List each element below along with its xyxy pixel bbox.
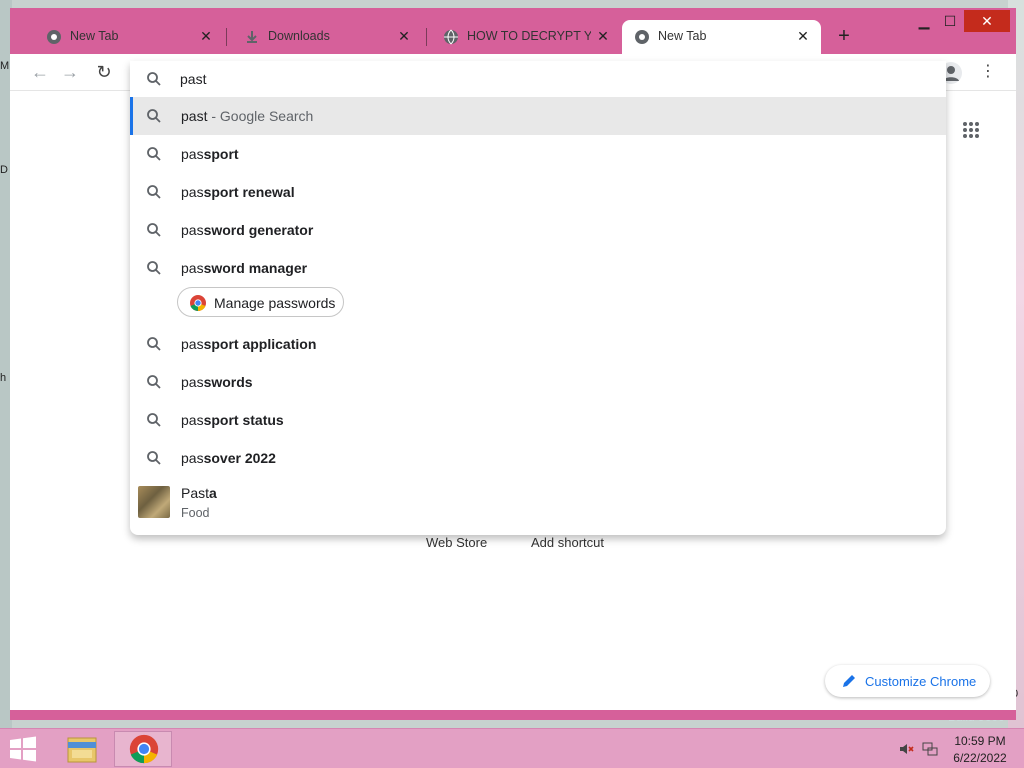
suggestion-completion: sport status [203, 412, 284, 428]
tab-strip: New Tab ✕ Downloads ✕ HOW TO DECRYPT YOU… [10, 8, 1016, 54]
suggestion-completion: sport [203, 146, 239, 162]
entity-title-typed: Past [181, 485, 210, 501]
suggestion-item[interactable]: password generator [130, 211, 946, 249]
windows-start-icon[interactable] [8, 736, 38, 762]
suggestion-typed: pas [181, 450, 204, 466]
tab-downloads[interactable]: Downloads ✕ [216, 20, 422, 54]
desktop-glyph: h [0, 372, 7, 384]
manage-passwords-label: Manage passwords [214, 295, 336, 311]
pasta-thumbnail [138, 486, 170, 518]
tab-how-to-decrypt[interactable]: HOW TO DECRYPT YOUR ✕ [415, 20, 621, 54]
clock-date[interactable]: 6/22/2022 [950, 751, 1010, 765]
maximize-button[interactable]: ☐ [934, 10, 966, 32]
search-icon [147, 72, 161, 86]
suggestion-completion: sover 2022 [203, 450, 276, 466]
suggestion-item[interactable]: passport [130, 135, 946, 173]
suggestion-typed: pas [181, 374, 204, 390]
tab-new-tab-1[interactable]: New Tab ✕ [18, 20, 224, 54]
suggestion-item[interactable]: password manager [130, 249, 946, 287]
apps-grid-icon[interactable] [962, 121, 980, 139]
close-tab-icon[interactable]: ✕ [198, 28, 214, 44]
chrome-logo-icon [129, 734, 159, 764]
network-icon[interactable] [922, 741, 938, 757]
suggestion-typed: pas [181, 336, 204, 352]
suggestion-typed: pas [181, 146, 204, 162]
window-close-button[interactable]: ✕ [964, 10, 1010, 32]
menu-kebab-icon[interactable]: ⋮ [980, 62, 996, 82]
suggestion-item[interactable]: passport renewal [130, 173, 946, 211]
chrome-logo-icon [635, 30, 649, 44]
suggestion-item[interactable]: passport application [130, 325, 946, 363]
close-tab-icon[interactable]: ✕ [795, 28, 811, 44]
entity-title: Pasta [181, 485, 217, 501]
entity-title-completion: a [209, 485, 217, 501]
clock-time[interactable]: 10:59 PM [950, 734, 1010, 748]
search-icon [147, 185, 161, 199]
suggestion-completion: sword manager [203, 260, 308, 276]
forward-arrow-icon[interactable]: → [60, 62, 80, 82]
chrome-logo-icon [47, 30, 61, 44]
shortcut-add-shortcut[interactable]: Add shortcut [531, 535, 604, 550]
omnibox-input-row [130, 61, 946, 97]
suggestion-completion: sport renewal [203, 184, 295, 200]
omnibox-dropdown: past - Google Search passport passport r… [130, 61, 946, 535]
suggestion-suffix: - Google Search [207, 108, 314, 124]
desktop-glyph: M [0, 60, 10, 72]
suggestion-completion: swords [203, 374, 253, 390]
tab-title: New Tab [658, 29, 707, 43]
address-bar-input[interactable] [180, 69, 880, 89]
customize-chrome-button[interactable]: Customize Chrome [825, 665, 990, 697]
chrome-logo-icon [190, 295, 206, 312]
suggestion-item[interactable]: passport status [130, 401, 946, 439]
search-icon [147, 223, 161, 237]
shortcut-web-store[interactable]: Web Store [426, 535, 487, 550]
search-icon [147, 109, 161, 123]
entity-subtitle: Food [181, 506, 210, 520]
pencil-icon [843, 675, 855, 687]
chrome-taskbar-button[interactable] [114, 731, 172, 767]
search-icon [147, 451, 161, 465]
volume-muted-icon[interactable] [898, 741, 914, 757]
tab-title: HOW TO DECRYPT YOUR [467, 29, 591, 43]
back-arrow-icon[interactable]: ← [30, 62, 50, 82]
search-icon [147, 261, 161, 275]
search-icon [147, 147, 161, 161]
tab-title: New Tab [70, 29, 119, 43]
suggestion-typed: pas [181, 412, 204, 428]
suggestion-typed: pas [181, 184, 204, 200]
close-tab-icon[interactable]: ✕ [396, 28, 412, 44]
close-tab-icon[interactable]: ✕ [595, 28, 611, 44]
tab-title: Downloads [268, 29, 330, 43]
search-icon [147, 337, 161, 351]
suggestion-typed: pas [181, 260, 204, 276]
suggestion-google-search[interactable]: past - Google Search [130, 97, 946, 135]
taskbar: 10:59 PM 6/22/2022 [0, 728, 1024, 768]
suggestion-typed: pas [181, 222, 204, 238]
desktop-glyph: D [0, 164, 8, 176]
reload-icon[interactable]: ↻ [94, 62, 114, 82]
download-icon [247, 31, 257, 43]
manage-passwords-chip[interactable]: Manage passwords [177, 287, 344, 317]
entity-suggestion-pasta[interactable]: Pasta Food [130, 477, 946, 527]
suggestion-item[interactable]: passwords [130, 363, 946, 401]
search-icon [147, 375, 161, 389]
customize-chrome-label: Customize Chrome [865, 673, 977, 689]
globe-icon [444, 29, 458, 45]
new-tab-button[interactable]: + [832, 25, 856, 49]
suggestion-item[interactable]: passover 2022 [130, 439, 946, 477]
search-icon [147, 413, 161, 427]
suggestion-completion: sport application [203, 336, 317, 352]
file-explorer-icon[interactable] [60, 732, 104, 766]
suggestion-completion: sword generator [203, 222, 314, 238]
suggestion-query: past [181, 108, 208, 124]
tab-new-tab-active[interactable]: New Tab ✕ [622, 20, 821, 54]
browser-window: New Tab ✕ Downloads ✕ HOW TO DECRYPT YOU… [10, 8, 1016, 720]
